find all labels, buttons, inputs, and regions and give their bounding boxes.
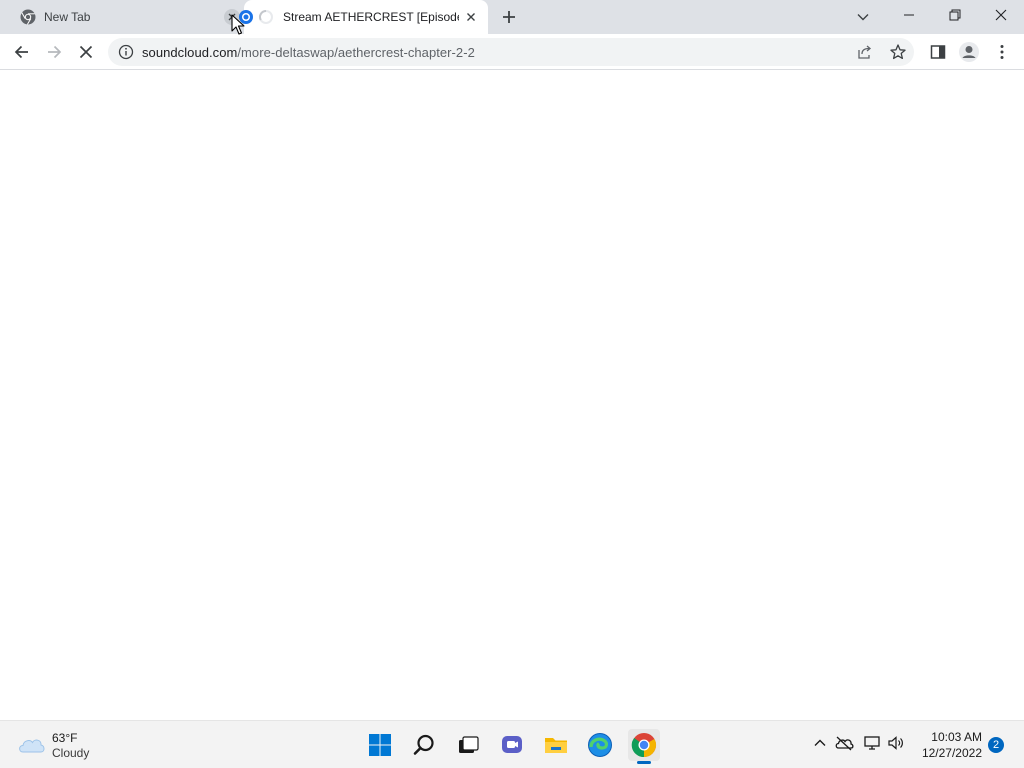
file-explorer-icon[interactable] xyxy=(540,729,572,761)
stop-loading-icon[interactable] xyxy=(76,42,96,62)
close-icon[interactable] xyxy=(463,9,479,25)
weather-temp: 63°F xyxy=(52,731,78,745)
page-content xyxy=(0,71,1024,719)
tab-title: Stream AETHERCREST [Episode II xyxy=(283,10,459,24)
chevron-down-icon[interactable] xyxy=(854,8,872,26)
profile-icon[interactable] xyxy=(958,41,980,63)
new-tab-icon[interactable] xyxy=(500,8,518,26)
info-icon[interactable] xyxy=(118,44,134,60)
onedrive-icon[interactable] xyxy=(834,733,854,753)
running-indicator xyxy=(637,761,651,764)
url-path: /more-deltaswap/aethercrest-chapter-2-2 xyxy=(237,45,475,60)
clock-time: 10:03 AM xyxy=(931,730,982,744)
chrome-icon[interactable] xyxy=(628,729,660,764)
chrome-icon xyxy=(20,9,36,25)
weather-condition: Cloudy xyxy=(52,746,90,760)
windows-start-icon[interactable] xyxy=(364,729,396,761)
loading-spinner-icon xyxy=(258,9,274,25)
edge-icon[interactable] xyxy=(584,729,616,761)
clock-date: 12/27/2022 xyxy=(921,746,982,760)
mouse-cursor-icon xyxy=(231,14,245,36)
star-icon[interactable] xyxy=(889,43,907,61)
close-icon[interactable] xyxy=(978,0,1024,30)
url-domain: soundcloud.com xyxy=(142,45,238,60)
address-bar[interactable]: soundcloud.com/more-deltaswap/aethercres… xyxy=(108,38,914,66)
chevron-up-icon[interactable] xyxy=(810,733,830,753)
notification-badge[interactable]: 2 xyxy=(988,737,1004,753)
side-panel-icon[interactable] xyxy=(928,42,948,62)
tab-new-tab[interactable]: New Tab xyxy=(8,0,244,34)
network-icon[interactable] xyxy=(862,733,882,753)
chat-icon[interactable] xyxy=(496,729,528,761)
tab-strip: New Tab Stream AETHERCREST [Episode II xyxy=(0,0,1024,34)
task-view-icon[interactable] xyxy=(452,729,484,761)
back-icon[interactable] xyxy=(12,42,32,62)
cloud-icon xyxy=(16,733,46,755)
tab-title: New Tab xyxy=(44,10,91,24)
browser-toolbar: soundcloud.com/more-deltaswap/aethercres… xyxy=(0,34,1024,70)
url-text[interactable]: soundcloud.com/more-deltaswap/aethercres… xyxy=(142,45,475,60)
tab-soundcloud[interactable]: Stream AETHERCREST [Episode II xyxy=(244,0,488,34)
restore-icon[interactable] xyxy=(932,0,978,30)
volume-icon[interactable] xyxy=(886,733,906,753)
minimize-icon[interactable] xyxy=(886,0,932,30)
menu-icon[interactable] xyxy=(992,42,1012,62)
forward-icon[interactable] xyxy=(44,42,64,62)
taskbar: 63°F Cloudy 10:03 AM 12/27/2022 2 xyxy=(0,720,1024,768)
share-icon[interactable] xyxy=(857,44,873,60)
search-icon[interactable] xyxy=(408,729,440,761)
